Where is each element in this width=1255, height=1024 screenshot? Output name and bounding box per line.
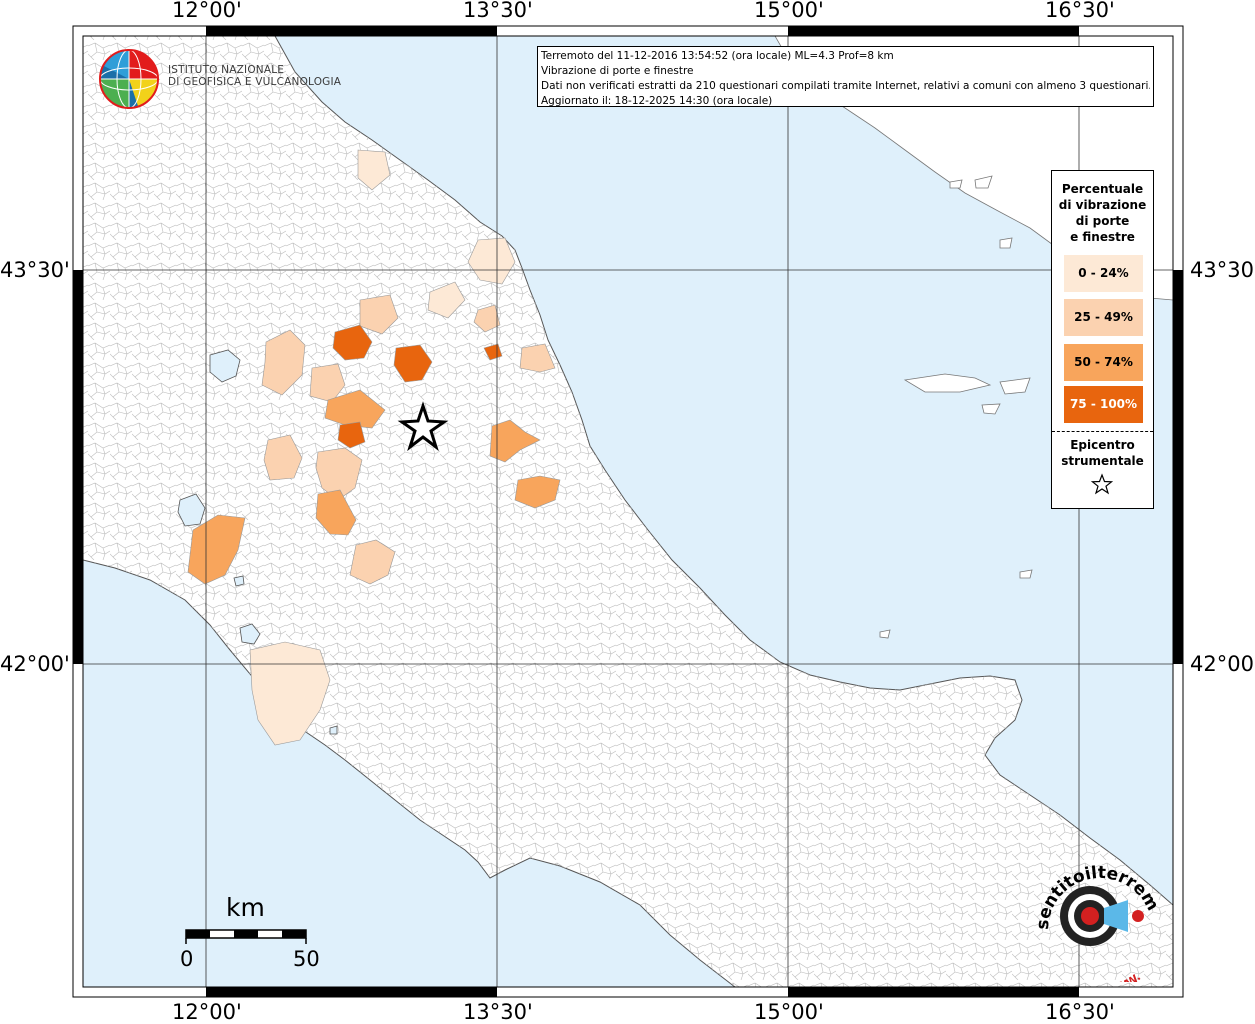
legend-epicenter-line: Epicentro [1070, 438, 1135, 452]
badge-www: WWW. [1104, 971, 1143, 982]
logo-line-2: DI GEOFISICA E VULCANOLOGIA [168, 76, 342, 88]
legend-swatch-0-24: 0 - 24% [1064, 255, 1143, 292]
legend-swatch-50-74: 50 - 74% [1064, 344, 1143, 381]
legend-separator [1052, 431, 1153, 432]
axis-label-bottom-4: 16°30' [1045, 1000, 1115, 1024]
event-updated: Aggiornato il: 18-12-2025 14:30 (ora loc… [541, 95, 773, 107]
axis-label-right-2: 42°00' [1190, 652, 1255, 676]
legend-epicenter-line: strumentale [1061, 454, 1144, 468]
legend-swatch-25-49: 25 - 49% [1064, 299, 1143, 336]
star-icon [1091, 473, 1113, 495]
legend-title-line: di porte [1075, 214, 1130, 228]
legend-title-line: di vibrazione [1058, 198, 1147, 212]
axis-label-left-2: 42°00' [0, 652, 70, 676]
axis-label-left-1: 43°30' [0, 258, 70, 282]
legend-epicenter-label: Epicentro strumentale [1052, 437, 1153, 469]
axis-label-bottom-2: 13°30' [463, 1000, 533, 1024]
svg-text:WWW.: WWW. [1104, 971, 1143, 982]
scale-unit: km [226, 893, 265, 922]
scale-bar: km 0 50 [180, 890, 320, 980]
sentitoilterremoto-logo-icon: sentitoilterremoto.it WWW. [1030, 852, 1163, 982]
axis-label-top-2: 13°30' [463, 0, 533, 22]
legend-title-line: e finestre [1070, 230, 1135, 244]
axis-label-top-3: 15°00' [754, 0, 824, 22]
axis-label-top-1: 12°00' [172, 0, 242, 22]
ingv-logo-icon [99, 49, 159, 109]
logo-line-1: ISTITUTO NAZIONALE [168, 64, 285, 76]
lake-vico [233, 575, 245, 587]
scale-bar-graphic [185, 929, 307, 944]
event-data-note: Dati non verificati estratti da 210 ques… [541, 80, 1150, 92]
scale-max-label: 50 [293, 947, 320, 971]
event-subtitle: Vibrazione di porte e finestre [541, 65, 694, 77]
axis-label-bottom-3: 15°00' [754, 1000, 824, 1024]
legend-title: Percentuale di vibrazione di porte e fin… [1052, 181, 1153, 245]
legend-title-line: Percentuale [1061, 182, 1144, 196]
axis-label-bottom-1: 12°00' [172, 1000, 242, 1024]
event-info-box: Terremoto del 11-12-2016 13:54:52 (ora l… [537, 46, 1154, 107]
event-title: Terremoto del 11-12-2016 13:54:52 (ora l… [541, 50, 894, 62]
axis-label-right-1: 43°30' [1190, 258, 1255, 282]
legend: Percentuale di vibrazione di porte e fin… [1051, 170, 1154, 509]
legend-swatch-75-100: 75 - 100% [1064, 386, 1143, 423]
axis-label-top-4: 16°30' [1045, 0, 1115, 22]
ingv-logo-text: ISTITUTO NAZIONALE DI GEOFISICA E VULCAN… [168, 64, 341, 88]
scale-min-label: 0 [180, 947, 194, 971]
